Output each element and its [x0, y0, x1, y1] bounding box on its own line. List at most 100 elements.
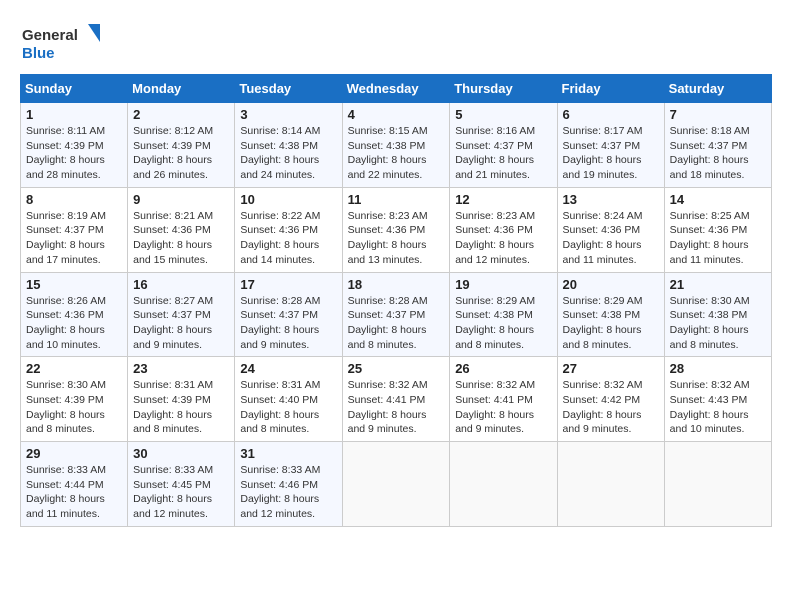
calendar-cell: 2 Sunrise: 8:12 AMSunset: 4:39 PMDaylight… [128, 103, 235, 188]
calendar-cell: 20 Sunrise: 8:29 AMSunset: 4:38 PMDayligh… [557, 272, 664, 357]
day-info: Sunrise: 8:23 AMSunset: 4:36 PMDaylight:… [455, 209, 551, 268]
calendar-cell: 12 Sunrise: 8:23 AMSunset: 4:36 PMDayligh… [450, 187, 557, 272]
day-info: Sunrise: 8:29 AMSunset: 4:38 PMDaylight:… [455, 294, 551, 353]
calendar-cell: 23 Sunrise: 8:31 AMSunset: 4:39 PMDayligh… [128, 357, 235, 442]
calendar-cell: 22 Sunrise: 8:30 AMSunset: 4:39 PMDayligh… [21, 357, 128, 442]
day-number: 6 [563, 107, 659, 122]
calendar-week-3: 15 Sunrise: 8:26 AMSunset: 4:36 PMDayligh… [21, 272, 772, 357]
day-number: 7 [670, 107, 766, 122]
calendar-cell [557, 442, 664, 527]
calendar-cell: 29 Sunrise: 8:33 AMSunset: 4:44 PMDayligh… [21, 442, 128, 527]
calendar-cell: 11Sunrise: 8:23 AMSunset: 4:36 PMDayligh… [342, 187, 450, 272]
day-number: 30 [133, 446, 229, 461]
calendar-cell: 8 Sunrise: 8:19 AMSunset: 4:37 PMDaylight… [21, 187, 128, 272]
calendar-week-1: 1 Sunrise: 8:11 AMSunset: 4:39 PMDaylight… [21, 103, 772, 188]
svg-text:General: General [22, 27, 78, 44]
day-number: 1 [26, 107, 122, 122]
calendar-cell: 18 Sunrise: 8:28 AMSunset: 4:37 PMDayligh… [342, 272, 450, 357]
calendar-cell: 1 Sunrise: 8:11 AMSunset: 4:39 PMDaylight… [21, 103, 128, 188]
calendar-cell: 25Sunrise: 8:32 AMSunset: 4:41 PMDayligh… [342, 357, 450, 442]
day-info: Sunrise: 8:33 AMSunset: 4:44 PMDaylight:… [26, 463, 122, 522]
calendar-cell: 28Sunrise: 8:32 AMSunset: 4:43 PMDayligh… [664, 357, 771, 442]
calendar-cell: 14 Sunrise: 8:25 AMSunset: 4:36 PMDayligh… [664, 187, 771, 272]
day-number: 19 [455, 277, 551, 292]
calendar-cell: 27Sunrise: 8:32 AMSunset: 4:42 PMDayligh… [557, 357, 664, 442]
day-number: 18 [348, 277, 445, 292]
calendar-cell: 21Sunrise: 8:30 AMSunset: 4:38 PMDayligh… [664, 272, 771, 357]
day-number: 3 [240, 107, 336, 122]
logo-svg: General Blue [20, 20, 100, 64]
calendar-week-4: 22 Sunrise: 8:30 AMSunset: 4:39 PMDayligh… [21, 357, 772, 442]
day-number: 24 [240, 361, 336, 376]
day-info: Sunrise: 8:30 AMSunset: 4:39 PMDaylight:… [26, 378, 122, 437]
calendar-cell: 26 Sunrise: 8:32 AMSunset: 4:41 PMDayligh… [450, 357, 557, 442]
calendar-cell [450, 442, 557, 527]
day-number: 20 [563, 277, 659, 292]
day-number: 26 [455, 361, 551, 376]
day-number: 5 [455, 107, 551, 122]
calendar-table: SundayMondayTuesdayWednesdayThursdayFrid… [20, 74, 772, 527]
weekday-header-sunday: Sunday [21, 75, 128, 103]
day-number: 14 [670, 192, 766, 207]
calendar-cell [342, 442, 450, 527]
day-info: Sunrise: 8:33 AMSunset: 4:46 PMDaylight:… [240, 463, 336, 522]
day-number: 23 [133, 361, 229, 376]
weekday-header-wednesday: Wednesday [342, 75, 450, 103]
calendar-cell: 31 Sunrise: 8:33 AMSunset: 4:46 PMDayligh… [235, 442, 342, 527]
day-number: 12 [455, 192, 551, 207]
day-info: Sunrise: 8:14 AMSunset: 4:38 PMDaylight:… [240, 124, 336, 183]
day-info: Sunrise: 8:12 AMSunset: 4:39 PMDaylight:… [133, 124, 229, 183]
weekday-header-thursday: Thursday [450, 75, 557, 103]
day-info: Sunrise: 8:33 AMSunset: 4:45 PMDaylight:… [133, 463, 229, 522]
day-info: Sunrise: 8:32 AMSunset: 4:43 PMDaylight:… [670, 378, 766, 437]
day-info: Sunrise: 8:21 AMSunset: 4:36 PMDaylight:… [133, 209, 229, 268]
calendar-cell: 10 Sunrise: 8:22 AMSunset: 4:36 PMDayligh… [235, 187, 342, 272]
calendar-cell: 17Sunrise: 8:28 AMSunset: 4:37 PMDayligh… [235, 272, 342, 357]
day-number: 15 [26, 277, 122, 292]
calendar-cell: 5Sunrise: 8:16 AMSunset: 4:37 PMDaylight… [450, 103, 557, 188]
day-number: 22 [26, 361, 122, 376]
day-number: 13 [563, 192, 659, 207]
day-info: Sunrise: 8:30 AMSunset: 4:38 PMDaylight:… [670, 294, 766, 353]
day-number: 10 [240, 192, 336, 207]
day-number: 9 [133, 192, 229, 207]
calendar-header: SundayMondayTuesdayWednesdayThursdayFrid… [21, 75, 772, 103]
day-info: Sunrise: 8:22 AMSunset: 4:36 PMDaylight:… [240, 209, 336, 268]
svg-text:Blue: Blue [22, 45, 55, 62]
logo: General Blue [20, 20, 100, 64]
day-info: Sunrise: 8:31 AMSunset: 4:39 PMDaylight:… [133, 378, 229, 437]
day-info: Sunrise: 8:26 AMSunset: 4:36 PMDaylight:… [26, 294, 122, 353]
day-number: 8 [26, 192, 122, 207]
calendar-cell: 19 Sunrise: 8:29 AMSunset: 4:38 PMDayligh… [450, 272, 557, 357]
weekday-header-saturday: Saturday [664, 75, 771, 103]
page-header: General Blue [20, 20, 772, 64]
day-info: Sunrise: 8:25 AMSunset: 4:36 PMDaylight:… [670, 209, 766, 268]
calendar-cell: 13 Sunrise: 8:24 AMSunset: 4:36 PMDayligh… [557, 187, 664, 272]
calendar-week-5: 29 Sunrise: 8:33 AMSunset: 4:44 PMDayligh… [21, 442, 772, 527]
day-number: 2 [133, 107, 229, 122]
calendar-cell: 9 Sunrise: 8:21 AMSunset: 4:36 PMDaylight… [128, 187, 235, 272]
day-info: Sunrise: 8:28 AMSunset: 4:37 PMDaylight:… [348, 294, 445, 353]
calendar-cell: 3 Sunrise: 8:14 AMSunset: 4:38 PMDaylight… [235, 103, 342, 188]
day-info: Sunrise: 8:11 AMSunset: 4:39 PMDaylight:… [26, 124, 122, 183]
day-info: Sunrise: 8:18 AMSunset: 4:37 PMDaylight:… [670, 124, 766, 183]
day-number: 11 [348, 192, 445, 207]
calendar-cell [664, 442, 771, 527]
weekday-header-friday: Friday [557, 75, 664, 103]
calendar-cell: 30 Sunrise: 8:33 AMSunset: 4:45 PMDayligh… [128, 442, 235, 527]
calendar-cell: 16Sunrise: 8:27 AMSunset: 4:37 PMDayligh… [128, 272, 235, 357]
day-info: Sunrise: 8:19 AMSunset: 4:37 PMDaylight:… [26, 209, 122, 268]
calendar-cell: 15 Sunrise: 8:26 AMSunset: 4:36 PMDayligh… [21, 272, 128, 357]
day-number: 16 [133, 277, 229, 292]
day-number: 31 [240, 446, 336, 461]
day-info: Sunrise: 8:31 AMSunset: 4:40 PMDaylight:… [240, 378, 336, 437]
day-number: 17 [240, 277, 336, 292]
day-info: Sunrise: 8:24 AMSunset: 4:36 PMDaylight:… [563, 209, 659, 268]
calendar-week-2: 8 Sunrise: 8:19 AMSunset: 4:37 PMDaylight… [21, 187, 772, 272]
day-info: Sunrise: 8:29 AMSunset: 4:38 PMDaylight:… [563, 294, 659, 353]
day-info: Sunrise: 8:32 AMSunset: 4:41 PMDaylight:… [455, 378, 551, 437]
day-info: Sunrise: 8:32 AMSunset: 4:41 PMDaylight:… [348, 378, 445, 437]
day-number: 29 [26, 446, 122, 461]
weekday-header-tuesday: Tuesday [235, 75, 342, 103]
day-info: Sunrise: 8:32 AMSunset: 4:42 PMDaylight:… [563, 378, 659, 437]
